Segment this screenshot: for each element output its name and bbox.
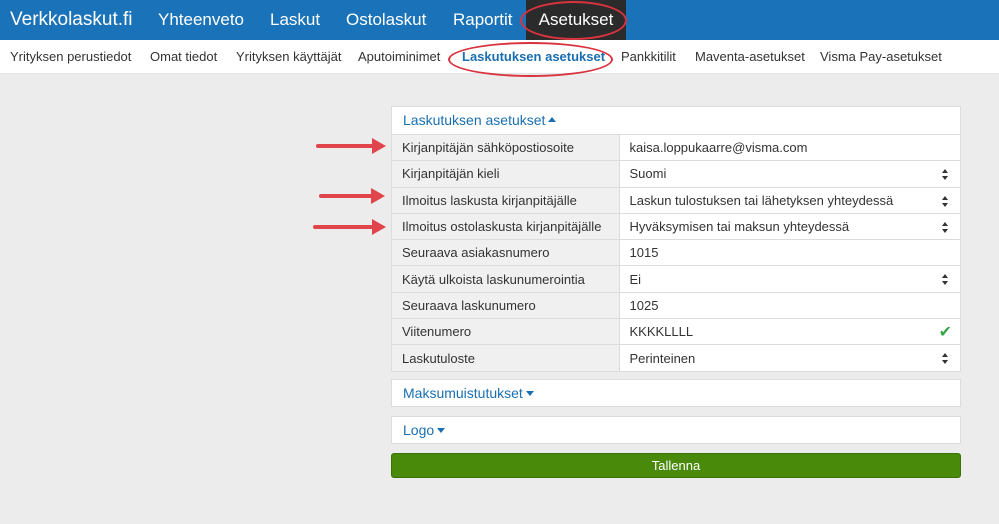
subnav-aputoiminimet[interactable]: Aputoiminimet — [358, 49, 440, 64]
select-arrows-icon — [942, 169, 949, 181]
annotation-arrow-icon — [316, 138, 386, 154]
billing-settings-title: Laskutuksen asetukset — [403, 112, 546, 128]
payment-reminders-header[interactable]: Maksumuistutukset — [392, 380, 960, 407]
payment-reminders-panel: Maksumuistutukset — [391, 379, 961, 407]
table-row: Kirjanpitäjän sähköpostiosoite kaisa.lop… — [392, 133, 960, 161]
table-row: Käytä ulkoista laskunumerointia Ei — [392, 265, 960, 293]
field-value: kaisa.loppukaarre@visma.com — [629, 140, 808, 156]
row-label: Seuraava asiakasnumero — [392, 239, 620, 266]
subnav-maventa-asetukset[interactable]: Maventa-asetukset — [695, 49, 805, 64]
select-arrows-icon — [942, 221, 949, 233]
annotation-arrow-icon — [319, 188, 385, 204]
accountant-language-select[interactable]: Suomi — [619, 160, 960, 188]
reference-number-field[interactable]: KKKKLLLL ✔ — [619, 318, 960, 345]
table-row: Seuraava asiakasnumero 1015 — [392, 239, 960, 266]
external-numbering-select[interactable]: Ei — [619, 265, 960, 293]
table-row: Viitenumero KKKKLLLL ✔ — [392, 318, 960, 345]
row-label: Kirjanpitäjän kieli — [392, 160, 620, 188]
nav-laskut[interactable]: Laskut — [270, 0, 320, 40]
select-value: Ei — [629, 271, 642, 287]
row-label: Laskutuloste — [392, 344, 620, 372]
settings-subnavigation: Yrityksen perustiedot Omat tiedot Yrityk… — [0, 40, 999, 74]
field-value: KKKKLLLL — [629, 324, 694, 340]
select-value: Hyväksymisen tai maksun yhteydessä — [629, 219, 850, 235]
subnav-omat-tiedot[interactable]: Omat tiedot — [150, 49, 217, 64]
caret-down-icon — [437, 427, 446, 433]
select-arrows-icon — [942, 353, 949, 365]
subnav-laskutuksen-asetukset[interactable]: Laskutuksen asetukset — [462, 49, 605, 64]
row-label: Viitenumero — [392, 318, 620, 345]
table-row: Ilmoitus laskusta kirjanpitäjälle Laskun… — [392, 186, 960, 214]
next-customer-number-field[interactable]: 1015 — [619, 239, 960, 266]
payment-reminders-title: Maksumuistutukset — [403, 385, 523, 401]
accountant-email-field[interactable]: kaisa.loppukaarre@visma.com — [619, 133, 960, 161]
table-row: Seuraava laskunumero 1025 — [392, 291, 960, 319]
subnav-pankkitilit[interactable]: Pankkitilit — [621, 49, 676, 64]
subnav-visma-pay-asetukset[interactable]: Visma Pay-asetukset — [820, 49, 942, 64]
select-value: Perinteinen — [629, 350, 696, 366]
row-label: Ilmoitus laskusta kirjanpitäjälle — [392, 186, 620, 214]
field-value: 1025 — [629, 297, 659, 313]
table-row: Ilmoitus ostolaskusta kirjanpitäjälle Hy… — [392, 212, 960, 240]
caret-down-icon — [525, 390, 534, 396]
select-value: Laskun tulostuksen tai lähetyksen yhteyd… — [629, 192, 894, 208]
row-label: Kirjanpitäjän sähköpostiosoite — [392, 133, 620, 161]
row-label: Käytä ulkoista laskunumerointia — [392, 265, 620, 293]
logo-title: Logo — [403, 422, 435, 438]
table-row: Kirjanpitäjän kieli Suomi — [392, 160, 960, 188]
billing-settings-table: Kirjanpitäjän sähköpostiosoite kaisa.lop… — [392, 133, 960, 372]
billing-settings-panel: Laskutuksen asetukset Kirjanpitäjän sähk… — [391, 106, 961, 373]
annotation-arrow-icon — [313, 219, 386, 235]
select-arrows-icon — [942, 195, 949, 207]
nav-raportit[interactable]: Raportit — [453, 0, 513, 40]
caret-up-icon — [548, 117, 557, 123]
subnav-yrityksen-perustiedot[interactable]: Yrityksen perustiedot — [10, 49, 131, 64]
row-label: Ilmoitus ostolaskusta kirjanpitäjälle — [392, 212, 620, 240]
nav-yhteenveto[interactable]: Yhteenveto — [158, 0, 244, 40]
logo-panel: Logo — [391, 416, 961, 444]
row-label: Seuraava laskunumero — [392, 291, 620, 319]
nav-asetukset[interactable]: Asetukset — [526, 0, 626, 40]
save-button[interactable]: Tallenna — [391, 453, 961, 478]
invoice-print-style-select[interactable]: Perinteinen — [619, 344, 960, 372]
select-arrows-icon — [942, 274, 949, 286]
brand-logo[interactable]: Verkkolaskut.fi — [10, 9, 133, 31]
next-invoice-number-field[interactable]: 1025 — [619, 291, 960, 319]
purchase-invoice-notification-select[interactable]: Hyväksymisen tai maksun yhteydessä — [619, 212, 960, 240]
nav-ostolaskut[interactable]: Ostolaskut — [346, 0, 426, 40]
logo-header[interactable]: Logo — [392, 417, 960, 444]
billing-settings-header[interactable]: Laskutuksen asetukset — [392, 107, 960, 134]
checkmark-icon: ✔ — [938, 324, 952, 342]
invoice-notification-select[interactable]: Laskun tulostuksen tai lähetyksen yhteyd… — [619, 186, 960, 214]
subnav-yrityksen-kayttajat[interactable]: Yrityksen käyttäjät — [236, 49, 342, 64]
select-value: Suomi — [629, 166, 667, 182]
table-row: Laskutuloste Perinteinen — [392, 344, 960, 372]
field-value: 1015 — [629, 245, 659, 261]
top-navigation-bar: Verkkolaskut.fi Yhteenveto Laskut Ostola… — [0, 0, 999, 40]
